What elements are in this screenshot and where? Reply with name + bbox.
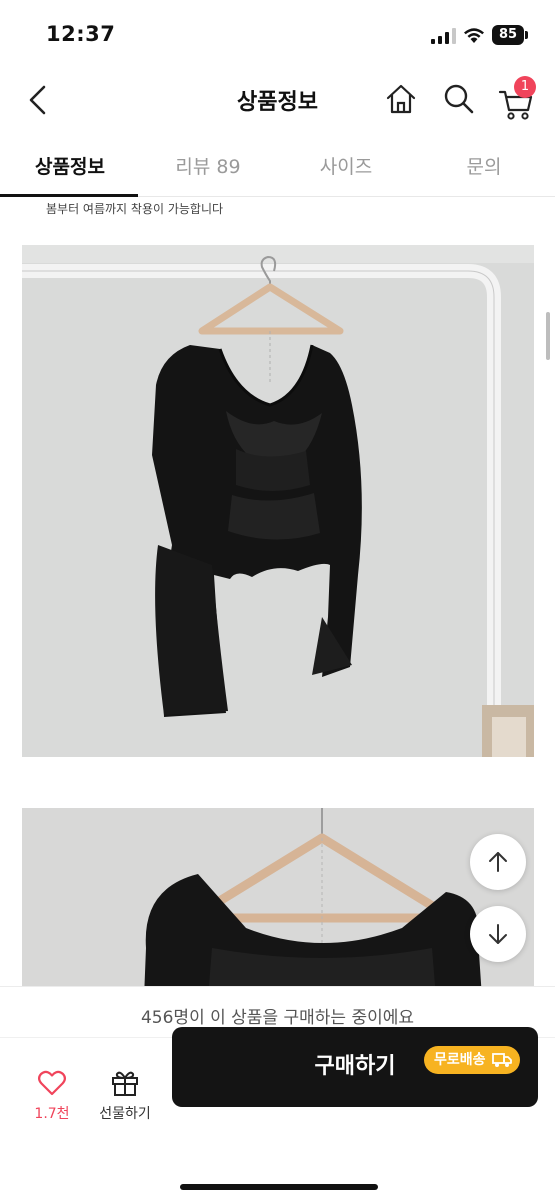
battery-cap xyxy=(525,31,528,39)
scroll-up-button[interactable] xyxy=(470,834,526,890)
free-shipping-badge: 무로배송 xyxy=(424,1046,520,1074)
gift-label: 선물하기 xyxy=(99,1106,151,1122)
status-bar: 12:37 85 xyxy=(0,0,555,70)
product-photo-2-image xyxy=(22,808,534,998)
scroll-down-button[interactable] xyxy=(470,906,526,962)
wifi-icon xyxy=(464,28,484,43)
arrow-down-icon xyxy=(489,924,507,944)
search-icon[interactable] xyxy=(442,82,476,116)
cart-count-badge: 1 xyxy=(514,76,536,98)
tab-size[interactable]: 사이즈 xyxy=(276,152,416,179)
purchase-bar: 456명이 이 상품을 구매하는 중이에요 1.7천 선물하기 구매하기 xyxy=(0,986,555,1201)
product-tabs: 상품정보 리뷰 89 사이즈 문의 xyxy=(0,138,555,197)
live-viewers-text: 456명이 이 상품을 구매하는 중이에요 xyxy=(140,1008,415,1028)
free-shipping-label: 무로배송 xyxy=(434,1052,486,1068)
battery-indicator: 85 xyxy=(492,25,524,45)
truck-icon xyxy=(491,1053,512,1067)
tab-product-info[interactable]: 상품정보 xyxy=(0,152,140,179)
scroll-indicator[interactable] xyxy=(546,312,550,360)
tab-inquiry[interactable]: 문의 xyxy=(414,152,554,179)
heart-icon xyxy=(38,1070,66,1096)
like-button[interactable]: 1.7천 xyxy=(30,1069,74,1123)
gift-button[interactable]: 선물하기 xyxy=(92,1069,158,1123)
arrow-up-icon xyxy=(489,852,507,872)
gift-icon xyxy=(112,1071,138,1096)
home-indicator[interactable] xyxy=(180,1184,378,1190)
cellular-signal-icon xyxy=(431,28,456,44)
status-time: 12:37 xyxy=(46,22,116,46)
product-photo-2 xyxy=(22,808,534,998)
tab-reviews[interactable]: 리뷰 89 xyxy=(138,152,278,179)
home-icon[interactable] xyxy=(384,82,418,116)
active-tab-underline xyxy=(0,194,138,197)
product-photo-image xyxy=(22,245,534,757)
product-description-text: 봄부터 여름까지 착용이 가능합니다 xyxy=(46,202,224,216)
top-navigation: 상품정보 xyxy=(0,70,555,130)
product-photo xyxy=(22,245,534,757)
like-count: 1.7천 xyxy=(34,1106,70,1122)
